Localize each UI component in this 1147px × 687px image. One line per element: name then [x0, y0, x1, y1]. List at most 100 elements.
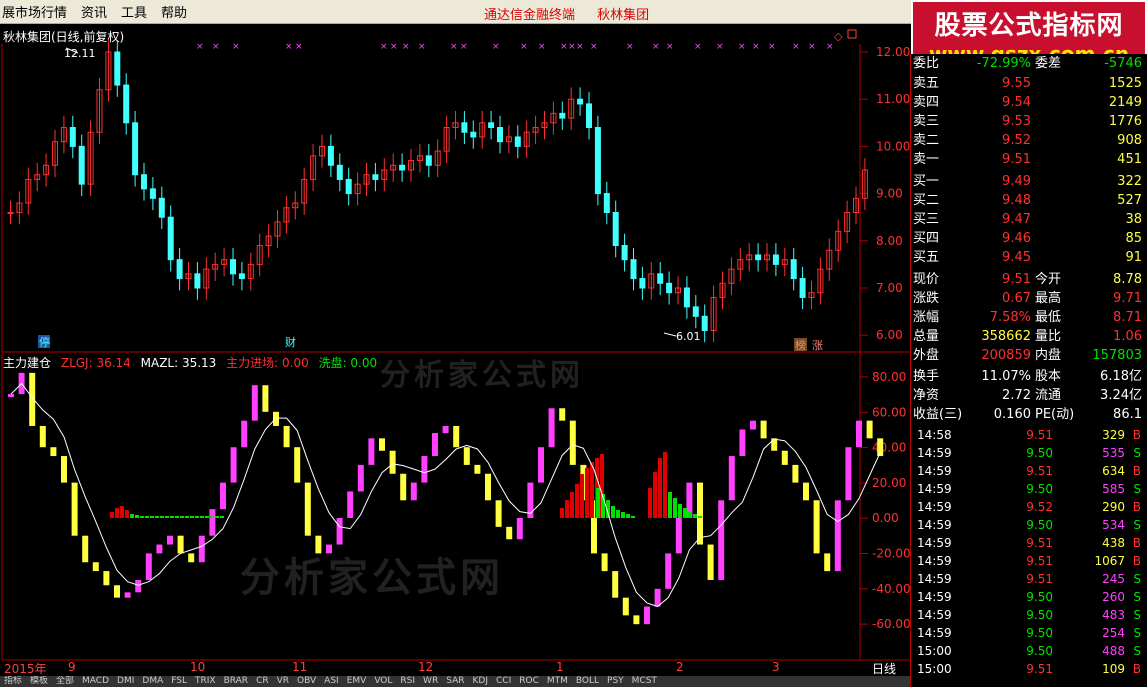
price-tick: 8.00 — [876, 234, 903, 248]
candle — [666, 282, 673, 294]
indicator-tab[interactable]: RSI — [400, 676, 415, 686]
indicator-tab[interactable]: CCI — [496, 676, 511, 686]
indicator-tab[interactable]: MACD — [82, 676, 109, 686]
signal-mark: × — [738, 42, 746, 52]
indicator-tick: 20.00 — [872, 476, 906, 490]
price-tick: 10.00 — [876, 139, 910, 153]
zljc-value: 主力进场: 0.00 — [226, 356, 309, 370]
bid-row: 买一 9.49 322 — [913, 174, 1142, 189]
indicator-tab[interactable]: CR — [256, 676, 269, 686]
candle — [577, 98, 584, 105]
indicator-tab[interactable]: MTM — [547, 676, 568, 686]
menu-help[interactable]: 帮助 — [159, 2, 199, 21]
indicator-bar — [485, 473, 491, 501]
chart-title: 秋林集团(日线,前复权) — [3, 30, 125, 44]
indicator-bar — [357, 464, 364, 492]
indicator-tab[interactable]: ROC — [519, 676, 539, 686]
tick-row: 14:59 9.50 534 S — [917, 518, 1141, 532]
indicator-bar — [538, 447, 544, 483]
price-tick: 6.00 — [876, 328, 903, 342]
indicator-name: 主力建仓 — [3, 356, 52, 370]
candle — [230, 259, 236, 275]
indicator-tab[interactable]: BOLL — [576, 676, 599, 686]
menu-market[interactable]: 展市场行情 — [0, 2, 79, 21]
date-mar: 3 — [772, 660, 780, 674]
indicator-bar — [209, 509, 216, 536]
indicator-tab[interactable]: FSL — [171, 676, 187, 686]
indicator-tab[interactable]: BRAR — [224, 676, 248, 686]
indicator-bar — [548, 408, 555, 448]
indicator-tab[interactable]: 指标 — [4, 676, 22, 686]
tick-row: 14:58 9.51 329 B — [917, 428, 1141, 442]
indicator-tab[interactable]: ASI — [324, 676, 339, 686]
indicator-tab[interactable]: VR — [277, 676, 289, 686]
indicator-bar — [198, 535, 205, 563]
bid-row: 买二 9.48 527 — [913, 193, 1142, 208]
candle — [327, 145, 334, 166]
indicator-bar — [633, 615, 640, 625]
ask-row: 卖二 9.52 908 — [913, 133, 1142, 148]
indicator-bar — [230, 447, 237, 483]
candle — [141, 174, 147, 190]
candle — [683, 287, 690, 308]
signal-mark: × — [418, 42, 426, 52]
candle — [372, 174, 379, 180]
indicator-tab[interactable]: KDJ — [473, 676, 489, 686]
ask-row: 卖五 9.55 1525 — [913, 76, 1142, 91]
rank-marker[interactable]: 榜 — [795, 338, 806, 352]
indicator-tick: 80.00 — [872, 370, 906, 384]
signal-mark: × — [295, 42, 303, 52]
indicator-tab[interactable]: DMA — [142, 676, 163, 686]
signal-mark: × — [285, 42, 293, 52]
candle — [790, 259, 797, 280]
bid-row: 买三 9.47 38 — [913, 212, 1142, 227]
indicator-bar — [824, 553, 831, 572]
indicator-tab[interactable]: TRIX — [195, 676, 216, 686]
indicator-bar — [856, 420, 862, 448]
candle — [497, 127, 503, 143]
candle — [639, 278, 646, 289]
period-label[interactable]: 日线 — [872, 660, 896, 677]
indicator-bar — [61, 456, 67, 483]
date-oct: 10 — [190, 660, 206, 674]
indicator-bar — [442, 425, 449, 434]
indicator-bar — [569, 420, 576, 465]
indicator-tab[interactable]: MCST — [632, 676, 657, 686]
xp-value: 洗盘: 0.00 — [318, 356, 378, 370]
indicator-bar — [622, 597, 629, 616]
indicator-tab[interactable]: 模板 — [30, 676, 48, 686]
indicator-tab[interactable]: PSY — [607, 676, 624, 686]
signal-mark: × — [380, 42, 388, 52]
tick-row: 14:59 9.51 634 B — [917, 464, 1141, 478]
menu-tools[interactable]: 工具 — [119, 2, 159, 21]
stop-marker[interactable]: 停 — [39, 335, 50, 349]
candle — [612, 211, 619, 247]
candle — [692, 306, 699, 317]
tick-row: 14:59 9.51 245 S — [917, 572, 1141, 586]
signal-mark: × — [232, 42, 240, 52]
indicator-bar — [400, 473, 407, 501]
signal-mark: × — [196, 42, 204, 52]
indicator-tab[interactable]: 全部 — [56, 676, 74, 686]
indicator-tab[interactable]: WR — [423, 676, 438, 686]
diamond-icon[interactable]: ◇ — [834, 30, 843, 43]
indicator-tab[interactable]: VOL — [374, 676, 392, 686]
signal-mark: × — [390, 42, 398, 52]
signal-mark: × — [694, 42, 702, 52]
fin-row: 收益(三) 0.160 PE(动) 86.1 — [913, 407, 1142, 422]
menu-news[interactable]: 资讯 — [79, 2, 119, 21]
indicator-tab[interactable]: EMV — [347, 676, 367, 686]
finance-marker[interactable]: 财 — [285, 335, 296, 349]
candle — [488, 122, 495, 129]
indicator-bar — [241, 420, 248, 448]
stat-row: 涨跌 0.67 最高 9.71 — [913, 291, 1142, 306]
indicator-tab[interactable]: DMI — [117, 676, 134, 686]
rise-marker[interactable]: 涨 — [812, 339, 823, 352]
indicator-bar — [760, 420, 767, 439]
indicator-bar — [644, 606, 650, 625]
candle — [799, 278, 806, 298]
candle — [461, 122, 468, 133]
indicator-tab[interactable]: OBV — [297, 676, 316, 686]
indicator-bar — [834, 500, 841, 572]
indicator-tab[interactable]: SAR — [446, 676, 464, 686]
